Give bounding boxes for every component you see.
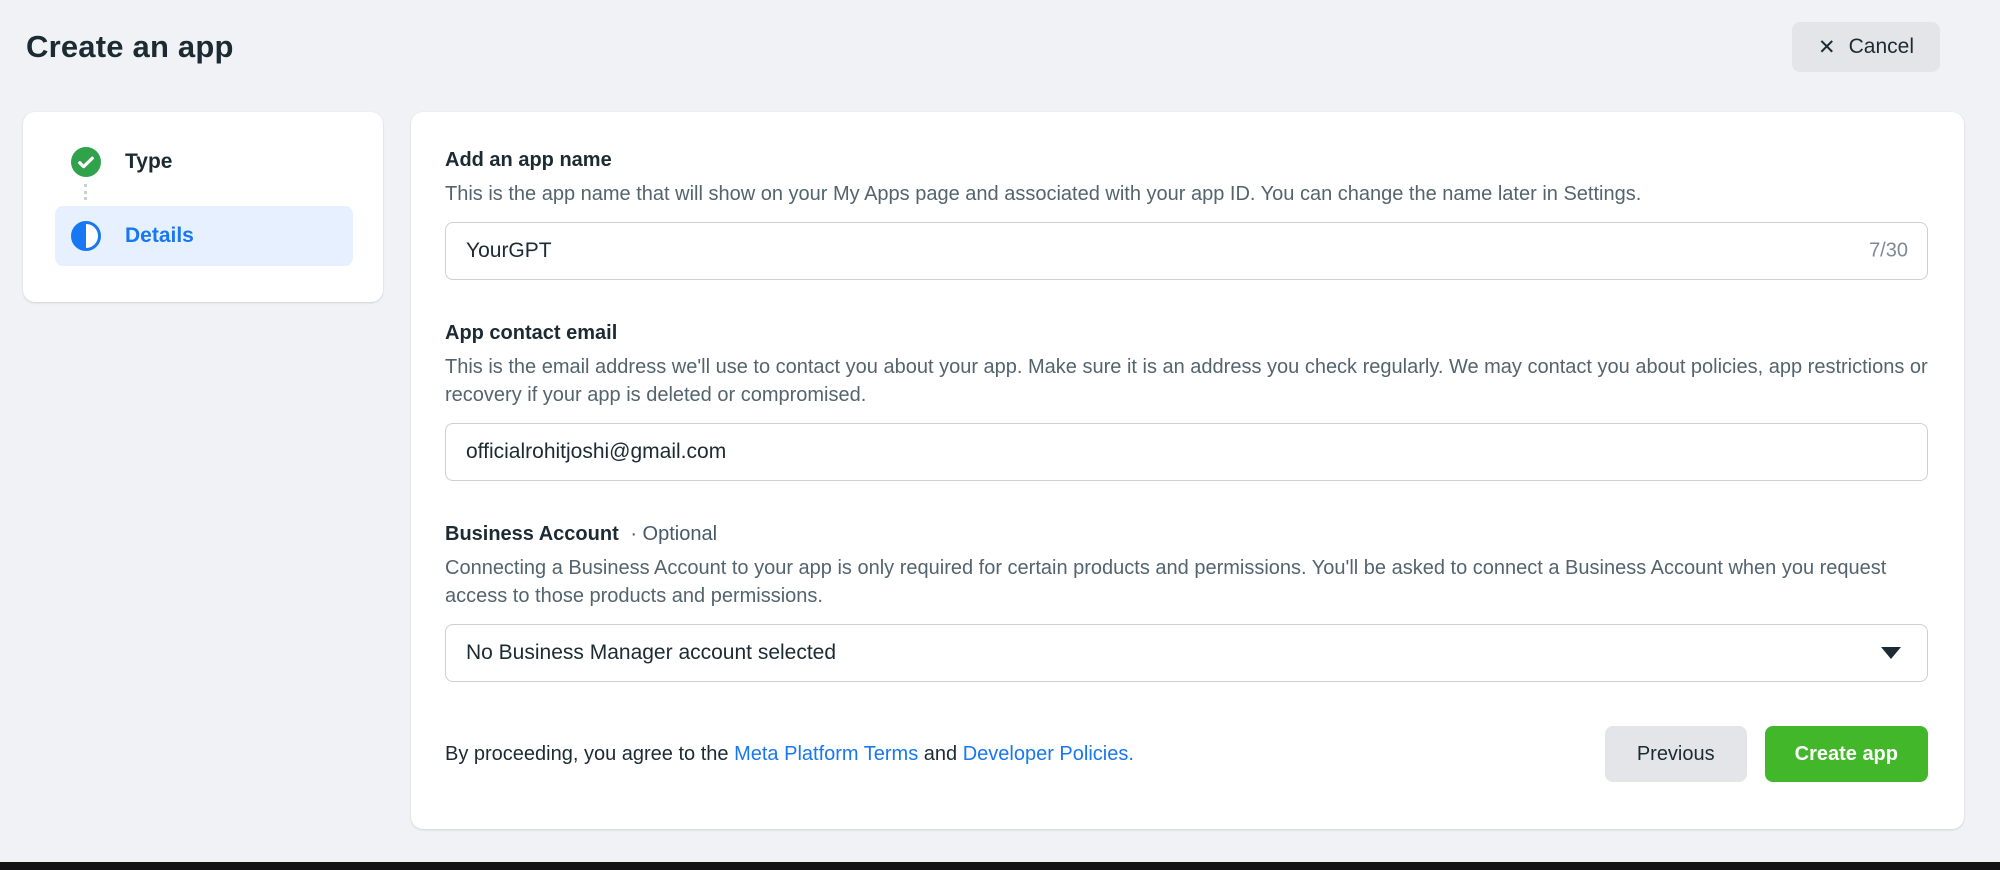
half-filled-circle-icon <box>71 221 101 251</box>
previous-button[interactable]: Previous <box>1605 726 1747 782</box>
stepper-card: Type Details <box>23 112 383 302</box>
cancel-button-label: Cancel <box>1849 35 1914 59</box>
form-footer: By proceeding, you agree to the Meta Pla… <box>445 726 1928 782</box>
stepper-step-details-label: Details <box>125 224 194 248</box>
page-title: Create an app <box>26 29 234 65</box>
screen-bottom-edge <box>0 862 2000 870</box>
contact-email-label: App contact email <box>445 322 1928 345</box>
business-account-label-text: Business Account <box>445 523 619 545</box>
agreement-middle: and <box>918 743 962 765</box>
developer-policies-link[interactable]: Developer Policies. <box>963 743 1134 765</box>
check-circle-icon <box>71 147 101 177</box>
contact-email-input-wrap <box>445 423 1928 481</box>
app-name-input-wrap: 7/30 <box>445 222 1928 280</box>
create-app-form-card: Add an app name This is the app name tha… <box>411 112 1964 829</box>
stepper-step-details[interactable]: Details <box>55 206 353 266</box>
terms-agreement-text: By proceeding, you agree to the Meta Pla… <box>445 743 1134 766</box>
stepper-connector <box>84 184 87 200</box>
contact-email-input[interactable] <box>445 423 1928 481</box>
business-account-description: Connecting a Business Account to your ap… <box>445 554 1928 610</box>
stepper-step-type[interactable]: Type <box>23 146 383 178</box>
contact-email-description: This is the email address we'll use to c… <box>445 353 1928 409</box>
agreement-prefix: By proceeding, you agree to the <box>445 743 734 765</box>
app-name-label: Add an app name <box>445 149 1928 172</box>
business-account-section: Business Account · Optional Connecting a… <box>445 523 1928 682</box>
cancel-button[interactable]: ✕ Cancel <box>1792 22 1940 72</box>
app-name-section: Add an app name This is the app name tha… <box>445 149 1928 280</box>
stepper-step-type-label: Type <box>125 150 172 174</box>
content-layout: Type Details Add an app name This is the… <box>0 112 2000 829</box>
business-account-select[interactable]: No Business Manager account selected <box>445 624 1928 682</box>
app-name-input[interactable] <box>445 222 1928 280</box>
business-account-label: Business Account · Optional <box>445 523 1928 546</box>
chevron-down-icon <box>1881 647 1901 659</box>
contact-email-section: App contact email This is the email addr… <box>445 322 1928 481</box>
app-name-char-counter: 7/30 <box>1869 240 1908 263</box>
create-app-button[interactable]: Create app <box>1765 726 1928 782</box>
close-icon: ✕ <box>1818 37 1836 58</box>
top-bar: Create an app ✕ Cancel <box>0 0 2000 72</box>
app-name-description: This is the app name that will show on y… <box>445 180 1928 208</box>
business-account-optional-suffix: · Optional <box>630 523 717 545</box>
business-account-selected-value: No Business Manager account selected <box>466 641 836 665</box>
meta-platform-terms-link[interactable]: Meta Platform Terms <box>734 743 918 765</box>
footer-buttons: Previous Create app <box>1605 726 1928 782</box>
